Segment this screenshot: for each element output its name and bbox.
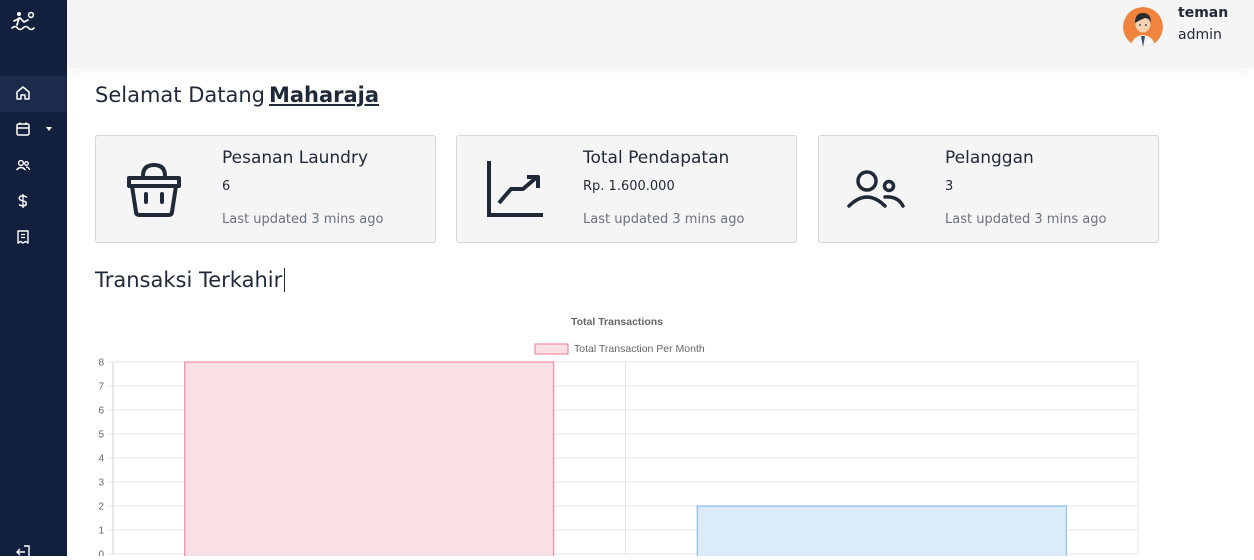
sidebar-item-reports[interactable] bbox=[0, 220, 67, 256]
sidebar-item-logout[interactable] bbox=[0, 540, 67, 556]
chart-bar[interactable] bbox=[696, 505, 1067, 560]
card-value: 3 bbox=[945, 179, 954, 194]
card-title: Pelanggan bbox=[945, 148, 1034, 168]
y-tick-label: 1 bbox=[98, 526, 104, 537]
topbar bbox=[67, 0, 1254, 68]
card-updated-text: Last updated 3 mins ago bbox=[583, 212, 745, 227]
card-title: Total Pendapatan bbox=[583, 148, 730, 168]
legend-swatch bbox=[534, 343, 569, 355]
home-icon bbox=[16, 86, 30, 100]
greeting-text: Selamat Datang bbox=[95, 83, 265, 107]
receipt-icon bbox=[17, 230, 29, 244]
card-value: Rp. 1.600.000 bbox=[583, 179, 675, 194]
y-tick-label: 0 bbox=[98, 550, 104, 557]
avatar[interactable] bbox=[1123, 7, 1163, 47]
y-tick-label: 5 bbox=[98, 430, 104, 441]
logout-icon bbox=[16, 545, 30, 556]
stat-card-customers: Pelanggan 3 Last updated 3 mins ago bbox=[818, 135, 1159, 243]
transactions-chart: Total Transactions Total Transaction Per… bbox=[88, 306, 1148, 560]
y-tick-label: 7 bbox=[98, 382, 104, 393]
card-updated-text: Last updated 3 mins ago bbox=[222, 212, 384, 227]
basket-icon bbox=[127, 162, 181, 217]
y-tick-label: 8 bbox=[98, 358, 104, 369]
page-title: Selamat Datang Maharaja bbox=[95, 83, 379, 107]
user-role: admin bbox=[1178, 27, 1222, 43]
chart-title: Total Transactions bbox=[571, 316, 663, 328]
calendar-icon bbox=[16, 122, 30, 136]
sidebar-item-finance[interactable] bbox=[0, 184, 67, 220]
section-title: Transaksi Terkahir bbox=[95, 268, 286, 292]
y-tick-label: 6 bbox=[98, 406, 104, 417]
sidebar-item-home[interactable] bbox=[0, 76, 67, 112]
y-tick-label: 3 bbox=[98, 478, 104, 489]
card-updated-text: Last updated 3 mins ago bbox=[945, 212, 1107, 227]
user-display-name: Maharaja bbox=[268, 83, 380, 107]
stat-card-orders: Pesanan Laundry 6 Last updated 3 mins ag… bbox=[95, 135, 436, 243]
y-tick-label: 2 bbox=[98, 502, 104, 513]
legend-label: Total Transaction Per Month bbox=[574, 343, 705, 355]
chart-svg: Total Transactions Total Transaction Per… bbox=[98, 316, 1139, 560]
sidebar-item-customers[interactable] bbox=[0, 148, 67, 184]
users-icon bbox=[847, 170, 905, 208]
user-name: teman bbox=[1178, 5, 1229, 21]
users-icon bbox=[15, 159, 31, 171]
y-tick-label: 4 bbox=[98, 454, 104, 465]
card-value: 6 bbox=[222, 179, 231, 194]
dollar-icon bbox=[18, 194, 28, 208]
chevron-down-icon bbox=[46, 127, 52, 131]
card-title: Pesanan Laundry bbox=[222, 148, 369, 168]
sidebar bbox=[0, 0, 67, 556]
chart-bar[interactable] bbox=[184, 361, 555, 560]
stat-card-revenue: Total Pendapatan Rp. 1.600.000 Last upda… bbox=[456, 135, 797, 243]
logo-icon bbox=[11, 11, 35, 31]
trending-up-icon bbox=[487, 161, 543, 217]
sidebar-item-transactions[interactable] bbox=[0, 112, 67, 148]
